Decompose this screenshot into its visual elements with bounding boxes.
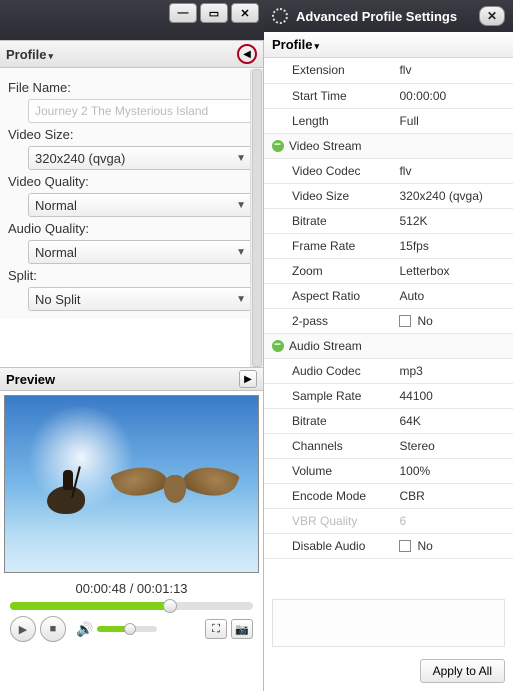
close-button[interactable]: ✕ <box>231 3 259 23</box>
row-volume[interactable]: Volume100% <box>264 458 513 483</box>
row-vbr-quality: VBR Quality6 <box>264 508 513 533</box>
row-video-bitrate[interactable]: Bitrate512K <box>264 208 513 233</box>
fullscreen-button[interactable]: ⛶ <box>205 619 227 639</box>
row-video-codec[interactable]: Video Codecflv <box>264 158 513 183</box>
chevron-down-icon: ▼ <box>236 200 246 211</box>
checkbox-disable-audio[interactable] <box>399 540 411 552</box>
volume-icon[interactable]: 🔊 <box>76 621 93 638</box>
preview-area: 00:00:48 / 00:01:13 ▶ ■ 🔊 ⛶ 📷 <box>4 395 259 648</box>
category-audio-stream[interactable]: Audio Stream <box>264 333 513 358</box>
row-extension[interactable]: Extensionflv <box>264 58 513 83</box>
videosize-label: Video Size: <box>8 127 255 142</box>
chevron-down-icon: ▼ <box>236 153 246 164</box>
audioquality-label: Audio Quality: <box>8 221 255 236</box>
videosize-select[interactable]: 320x240 (qvga) ▼ <box>28 146 253 170</box>
seek-bar[interactable] <box>10 602 253 610</box>
filename-input[interactable]: Journey 2 The Mysterious Island <box>28 99 253 123</box>
advanced-profile-dropdown[interactable]: Profile <box>264 32 513 58</box>
row-audio-codec[interactable]: Audio Codecmp3 <box>264 358 513 383</box>
row-audio-bitrate[interactable]: Bitrate64K <box>264 408 513 433</box>
seek-fill <box>10 602 170 610</box>
audioquality-select[interactable]: Normal ▼ <box>28 240 253 264</box>
row-sample-rate[interactable]: Sample Rate44100 <box>264 383 513 408</box>
description-box <box>272 599 505 647</box>
collapse-left-icon[interactable]: ◀ <box>237 44 257 64</box>
video-frame[interactable] <box>4 395 259 573</box>
collapse-icon[interactable] <box>272 340 284 352</box>
preview-play-icon[interactable]: ▶ <box>239 370 257 388</box>
playback-controls: ▶ ■ 🔊 ⛶ 📷 <box>4 610 259 648</box>
videoquality-select[interactable]: Normal ▼ <box>28 193 253 217</box>
profile-title: Profile <box>6 47 53 62</box>
advanced-close-button[interactable]: ✕ <box>479 6 505 26</box>
time-current: 00:00:48 <box>75 581 126 596</box>
settings-grid: Extensionflv Start Time00:00:00 LengthFu… <box>264 58 513 559</box>
split-select[interactable]: No Split ▼ <box>28 287 253 311</box>
videoquality-label: Video Quality: <box>8 174 255 189</box>
scrollbar-thumb[interactable] <box>252 69 262 367</box>
chevron-down-icon: ▼ <box>236 247 246 258</box>
stop-button[interactable]: ■ <box>40 616 66 642</box>
play-button[interactable]: ▶ <box>10 616 36 642</box>
gear-icon <box>272 8 288 24</box>
split-value: No Split <box>35 292 81 307</box>
apply-to-all-button[interactable]: Apply to All <box>420 659 505 683</box>
row-disable-audio[interactable]: Disable AudioNo <box>264 533 513 558</box>
advanced-titlebar: Advanced Profile Settings ✕ <box>264 0 513 32</box>
time-total: 00:01:13 <box>137 581 188 596</box>
volume-slider[interactable] <box>97 626 157 632</box>
row-video-size[interactable]: Video Size320x240 (qvga) <box>264 183 513 208</box>
video-thumbnail-bird <box>120 451 230 521</box>
profile-form: File Name: Journey 2 The Mysterious Isla… <box>0 68 263 319</box>
row-start-time[interactable]: Start Time00:00:00 <box>264 83 513 108</box>
timecode: 00:00:48 / 00:01:13 <box>4 581 259 596</box>
minimize-button[interactable]: — <box>169 3 197 23</box>
snapshot-button[interactable]: 📷 <box>231 619 253 639</box>
row-2pass[interactable]: 2-passNo <box>264 308 513 333</box>
volume-knob[interactable] <box>124 623 136 635</box>
audioquality-value: Normal <box>35 245 77 260</box>
preview-header: Preview ▶ <box>0 367 263 391</box>
maximize-button[interactable]: ▭ <box>200 3 228 23</box>
row-length[interactable]: LengthFull <box>264 108 513 133</box>
collapse-icon[interactable] <box>272 140 284 152</box>
advanced-profile-label: Profile <box>272 37 319 52</box>
row-zoom[interactable]: ZoomLetterbox <box>264 258 513 283</box>
filename-label: File Name: <box>8 80 255 95</box>
split-label: Split: <box>8 268 255 283</box>
seek-knob[interactable] <box>163 599 177 613</box>
video-thumbnail-rider <box>45 466 91 518</box>
row-frame-rate[interactable]: Frame Rate15fps <box>264 233 513 258</box>
chevron-down-icon: ▼ <box>236 294 246 305</box>
checkbox-2pass[interactable] <box>399 315 411 327</box>
videosize-value: 320x240 (qvga) <box>35 151 125 166</box>
preview-title: Preview <box>6 372 55 387</box>
profile-panel: Profile ◀ File Name: Journey 2 The Myste… <box>0 40 264 691</box>
row-aspect-ratio[interactable]: Aspect RatioAuto <box>264 283 513 308</box>
row-encode-mode[interactable]: Encode ModeCBR <box>264 483 513 508</box>
category-video-stream[interactable]: Video Stream <box>264 133 513 158</box>
advanced-settings-panel: Advanced Profile Settings ✕ Profile Exte… <box>264 0 513 691</box>
row-channels[interactable]: ChannelsStereo <box>264 433 513 458</box>
advanced-title: Advanced Profile Settings <box>296 9 471 24</box>
scrollbar[interactable] <box>250 69 263 367</box>
profile-header[interactable]: Profile ◀ <box>0 40 263 68</box>
window-titlebar: — ▭ ✕ <box>0 0 264 40</box>
videoquality-value: Normal <box>35 198 77 213</box>
